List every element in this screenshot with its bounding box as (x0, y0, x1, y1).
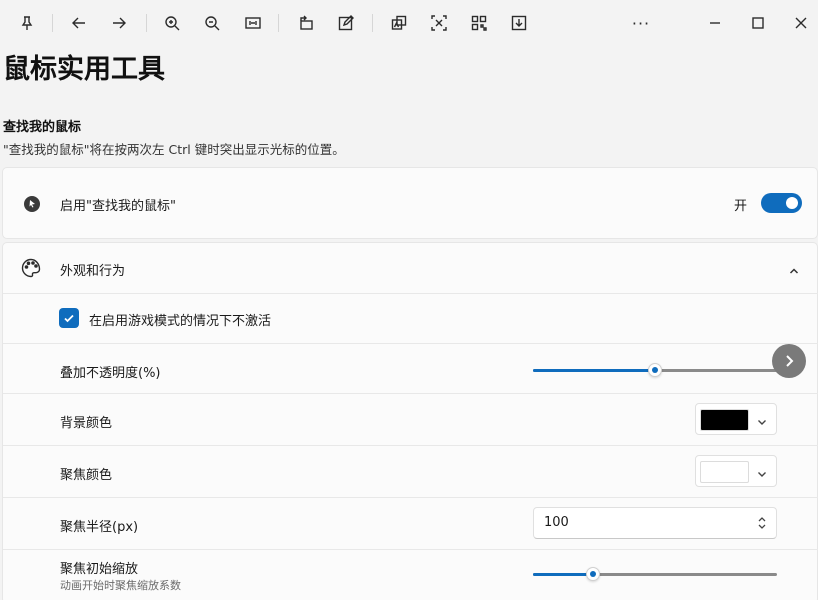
enable-toggle[interactable] (761, 193, 802, 213)
fit-width-icon[interactable] (240, 10, 266, 36)
toolbar-separator (372, 14, 373, 32)
enable-label: 启用"查找我的鼠标" (60, 199, 176, 214)
toggle-knob (786, 197, 798, 209)
slider-thumb[interactable] (648, 363, 662, 377)
toolbar-separator (146, 14, 147, 32)
spotlight-color-swatch (700, 461, 749, 483)
spotlight-radius-label: 聚焦半径(px) (60, 520, 139, 535)
toolbar-separator (52, 14, 53, 32)
chevron-right-icon (786, 355, 794, 367)
checkmark-icon (64, 314, 74, 323)
chevron-down-icon (756, 465, 768, 477)
forward-arrow-icon[interactable] (106, 10, 132, 36)
slider-thumb[interactable] (586, 567, 600, 581)
spotlight-radius-value: 100 (544, 515, 569, 530)
appearance-header-label: 外观和行为 (60, 264, 126, 279)
download-icon[interactable] (506, 10, 532, 36)
edit-icon[interactable] (333, 10, 359, 36)
overlay-opacity-label: 叠加不透明度(%) (60, 366, 161, 381)
spotlight-zoom-row: 聚焦初始缩放 动画开始时聚焦缩放系数 (3, 549, 818, 600)
toggle-state-text: 开 (734, 199, 748, 214)
game-mode-row: 在启用游戏模式的情况下不激活 (3, 293, 818, 343)
zoom-in-icon[interactable] (159, 10, 185, 36)
background-color-label: 背景颜色 (60, 416, 113, 431)
mouse-cursor-icon (21, 193, 43, 215)
enable-find-my-mouse-card: 启用"查找我的鼠标" 开 (2, 167, 818, 239)
spotlight-radius-input[interactable]: 100 (533, 507, 777, 539)
chevron-up-icon[interactable] (788, 262, 800, 274)
background-color-picker[interactable] (695, 403, 777, 435)
slider-fill (533, 573, 593, 576)
close-icon[interactable] (788, 10, 814, 36)
spotlight-radius-row: 聚焦半径(px) 100 (3, 497, 818, 549)
pin-icon[interactable] (14, 10, 40, 36)
section-description: "查找我的鼠标"将在按两次左 Ctrl 键时突出显示光标的位置。 (3, 142, 345, 157)
slider-fill (533, 369, 655, 372)
game-mode-checkbox[interactable] (59, 308, 79, 328)
spotlight-color-row: 聚焦颜色 (3, 445, 818, 497)
more-icon: ··· (631, 13, 651, 33)
qr-code-icon[interactable] (466, 10, 492, 36)
zoom-out-icon[interactable] (199, 10, 225, 36)
maximize-icon[interactable] (745, 10, 771, 36)
game-mode-label: 在启用游戏模式的情况下不激活 (89, 314, 272, 329)
back-arrow-icon[interactable] (66, 10, 92, 36)
background-color-swatch (700, 409, 749, 431)
background-color-row: 背景颜色 (3, 393, 818, 445)
toolbar: ··· (0, 0, 818, 46)
overlay-opacity-row: 叠加不透明度(%) (3, 343, 818, 393)
spin-updown-icon[interactable] (756, 515, 768, 531)
translate-icon[interactable] (386, 10, 412, 36)
appearance-behavior-card: 外观和行为 在启用游戏模式的情况下不激活 叠加不透明度(%) 背景颜色 聚焦颜色… (2, 242, 818, 600)
next-page-button[interactable] (772, 344, 806, 378)
section-title: 查找我的鼠标 (3, 120, 82, 135)
rotate-icon[interactable] (293, 10, 319, 36)
palette-icon (20, 257, 42, 279)
spotlight-color-label: 聚焦颜色 (60, 468, 113, 483)
minimize-icon[interactable] (702, 10, 728, 36)
spotlight-zoom-slider[interactable] (533, 567, 777, 581)
overlay-opacity-slider[interactable] (533, 363, 777, 377)
toolbar-separator (278, 14, 279, 32)
spotlight-zoom-sublabel: 动画开始时聚焦缩放系数 (60, 579, 181, 592)
more-options-button[interactable]: ··· (628, 10, 654, 36)
chevron-down-icon (756, 413, 768, 425)
appearance-header[interactable]: 外观和行为 (3, 243, 818, 293)
spotlight-zoom-label: 聚焦初始缩放 (60, 562, 139, 577)
page-title: 鼠标实用工具 (3, 54, 165, 85)
crop-icon[interactable] (426, 10, 452, 36)
spotlight-color-picker[interactable] (695, 455, 777, 487)
